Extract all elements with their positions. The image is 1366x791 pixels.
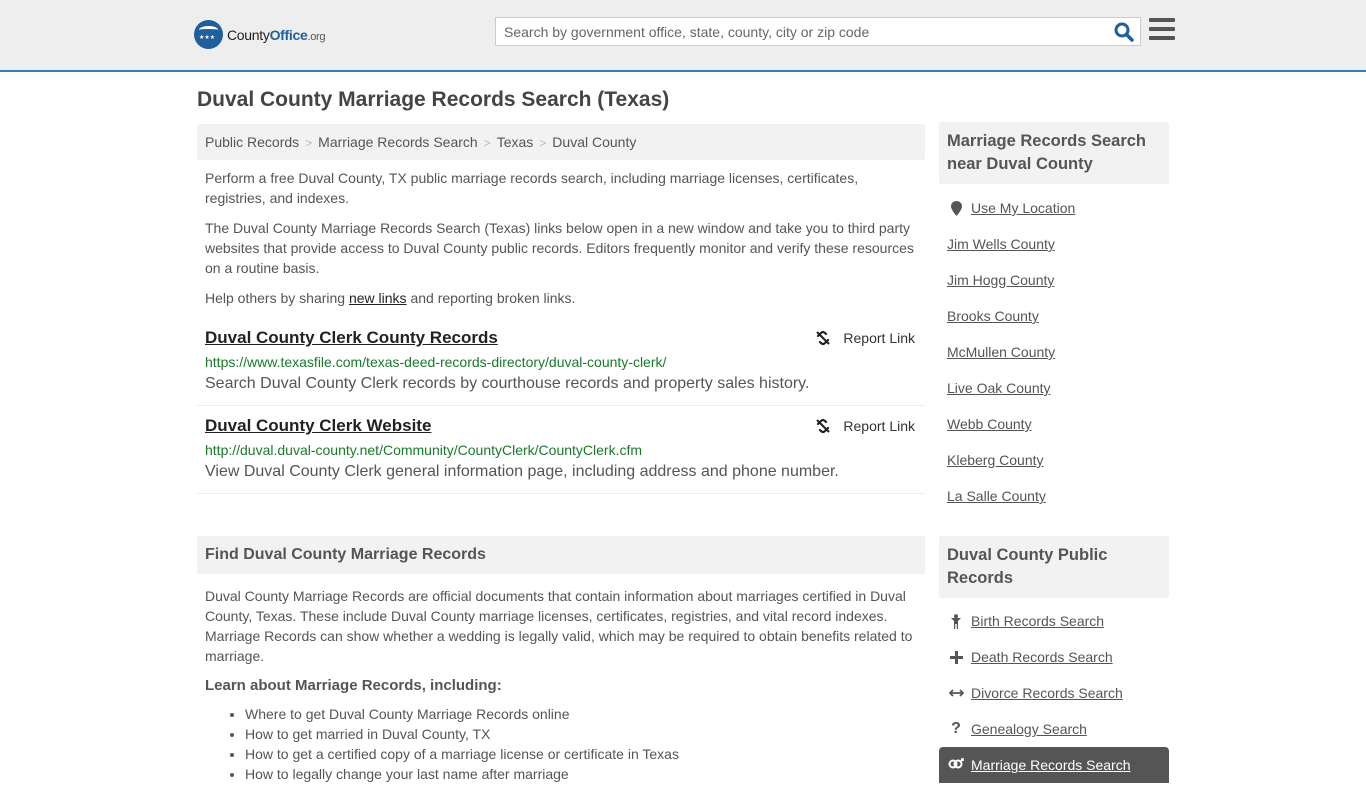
nearby-county-item[interactable]: Webb County <box>947 406 1161 442</box>
nearby-county-link[interactable]: Webb County <box>947 416 1032 432</box>
public-records-link[interactable]: Marriage Records Search <box>971 757 1131 773</box>
public-records-list: Birth Records Search Death Records Searc… <box>939 598 1169 791</box>
question-icon: ? <box>951 720 961 737</box>
broken-link-icon <box>816 330 831 346</box>
public-records-item-divorce[interactable]: Divorce Records Search <box>947 675 1161 711</box>
breadcrumb-item[interactable]: Marriage Records Search <box>318 134 478 150</box>
learn-about-list: Where to get Duval County Marriage Recor… <box>205 704 917 784</box>
nearby-county-link[interactable]: Kleberg County <box>947 452 1044 468</box>
child-icon <box>947 613 965 629</box>
nearby-heading: Marriage Records Search near Duval Count… <box>939 122 1169 184</box>
resource-link-description: View Duval County Clerk general informat… <box>205 463 839 480</box>
use-my-location-link[interactable]: Use My Location <box>971 200 1075 216</box>
resource-link-item: Duval County Clerk County Records https:… <box>197 318 925 406</box>
use-my-location-item[interactable]: Use My Location <box>947 190 1161 226</box>
public-records-link[interactable]: Death Records Search <box>971 649 1113 665</box>
breadcrumb-item[interactable]: Texas <box>497 134 534 150</box>
nearby-county-item[interactable]: Kleberg County <box>947 442 1161 478</box>
public-records-heading: Duval County Public Records <box>939 536 1169 598</box>
nearby-county-link[interactable]: Jim Hogg County <box>947 272 1054 288</box>
report-link-label: Report Link <box>843 418 915 434</box>
nearby-county-link[interactable]: Live Oak County <box>947 380 1051 396</box>
public-records-link[interactable]: Birth Records Search <box>971 613 1104 629</box>
logo-text-accent: Office <box>269 26 308 43</box>
breadcrumb-separator-icon: > <box>483 136 491 150</box>
resource-link-url[interactable]: http://duval.duval-county.net/Community/… <box>205 442 917 458</box>
public-records-link[interactable]: Divorce Records Search <box>971 685 1123 701</box>
resource-link-title[interactable]: Duval County Clerk Website <box>205 416 431 435</box>
list-item: How to get a certified copy of a marriag… <box>245 744 917 764</box>
intro-text-span: and reporting broken links. <box>406 290 576 306</box>
hamburger-menu-icon-bar <box>1149 36 1175 40</box>
intro-text: Perform a free Duval County, TX public m… <box>197 160 925 308</box>
venus-mars-icon <box>947 758 965 772</box>
eagle-logo-icon: ★★★ <box>194 20 223 49</box>
logo-text-main: County <box>227 26 270 43</box>
site-header: ★★★ CountyOffice.org <box>0 0 1366 72</box>
find-records-heading: Find Duval County Marriage Records <box>197 536 925 574</box>
public-records-item-marriage-active[interactable]: Marriage Records Search <box>939 747 1169 783</box>
nearby-list: Use My Location Jim Wells County Jim Hog… <box>939 184 1169 522</box>
intro-text-span: Help others by sharing <box>205 290 349 306</box>
nearby-sidebar: Marriage Records Search near Duval Count… <box>939 122 1169 522</box>
broken-link-icon <box>816 418 831 434</box>
list-item: Where to get Duval County Marriage Recor… <box>245 704 917 724</box>
list-item: How to get married in Duval County, TX <box>245 724 917 744</box>
main-content: Public Records > Marriage Records Search > T… <box>197 124 925 784</box>
hamburger-menu-icon-bar <box>1149 18 1175 22</box>
breadcrumb-item[interactable]: Duval County <box>552 134 636 150</box>
site-logo[interactable]: ★★★ CountyOffice.org <box>194 20 326 49</box>
learn-about-heading: Learn about Marriage Records, including: <box>205 677 502 694</box>
hamburger-menu-icon-bar <box>1149 27 1175 31</box>
list-item: How to legally change your last name aft… <box>245 764 917 784</box>
nearby-county-link[interactable]: La Salle County <box>947 488 1046 504</box>
public-records-item-birth[interactable]: Birth Records Search <box>947 603 1161 639</box>
intro-paragraph: Help others by sharing new links and rep… <box>205 288 917 308</box>
find-records-body: Duval County Marriage Records are offici… <box>197 574 925 784</box>
search-icon <box>1114 22 1134 42</box>
public-records-link[interactable]: Genealogy Search <box>971 721 1087 737</box>
nearby-county-item[interactable]: McMullen County <box>947 334 1161 370</box>
nearby-county-link[interactable]: Jim Wells County <box>947 236 1055 252</box>
find-records-paragraph: Duval County Marriage Records are offici… <box>205 588 913 664</box>
report-link-button[interactable]: Report Link <box>815 418 915 434</box>
nearby-county-item[interactable]: La Salle County <box>947 478 1161 514</box>
page-title: Duval County Marriage Records Search (Te… <box>197 88 670 111</box>
nearby-county-link[interactable]: Brooks County <box>947 308 1039 324</box>
resource-link-item: Duval County Clerk Website http://duval.… <box>197 406 925 494</box>
resource-link-description: Search Duval County Clerk records by cou… <box>205 375 810 392</box>
new-links-link[interactable]: new links <box>349 290 407 306</box>
report-link-button[interactable]: Report Link <box>815 330 915 346</box>
search-button[interactable] <box>1114 22 1134 42</box>
logo-text-tld: .org <box>307 30 326 43</box>
map-marker-icon <box>947 200 965 216</box>
breadcrumb: Public Records > Marriage Records Search > T… <box>197 124 925 160</box>
nearby-county-link[interactable]: McMullen County <box>947 344 1055 360</box>
report-link-label: Report Link <box>843 330 915 346</box>
public-records-sidebar: Duval County Public Records Birth Record… <box>939 536 1169 791</box>
nearby-county-item[interactable]: Jim Hogg County <box>947 262 1161 298</box>
breadcrumb-separator-icon: > <box>305 136 313 150</box>
public-records-item-genealogy[interactable]: ? Genealogy Search <box>947 711 1161 747</box>
resource-link-title[interactable]: Duval County Clerk County Records <box>205 328 498 347</box>
arrows-h-icon <box>947 688 965 698</box>
plus-icon <box>947 650 965 664</box>
intro-paragraph: Perform a free Duval County, TX public m… <box>205 170 859 206</box>
public-records-item-death[interactable]: Death Records Search <box>947 639 1161 675</box>
search-input[interactable] <box>496 18 1096 45</box>
hamburger-menu-button[interactable] <box>1149 18 1175 42</box>
nearby-county-item[interactable]: Brooks County <box>947 298 1161 334</box>
nearby-county-item[interactable]: Live Oak County <box>947 370 1161 406</box>
search-bar <box>495 17 1141 46</box>
logo-text: CountyOffice.org <box>227 26 326 43</box>
nearby-county-item[interactable]: Jim Wells County <box>947 226 1161 262</box>
breadcrumb-separator-icon: > <box>539 136 547 150</box>
intro-paragraph: The Duval County Marriage Records Search… <box>205 220 914 276</box>
breadcrumb-item[interactable]: Public Records <box>205 134 299 150</box>
resource-link-url[interactable]: https://www.texasfile.com/texas-deed-rec… <box>205 354 917 370</box>
